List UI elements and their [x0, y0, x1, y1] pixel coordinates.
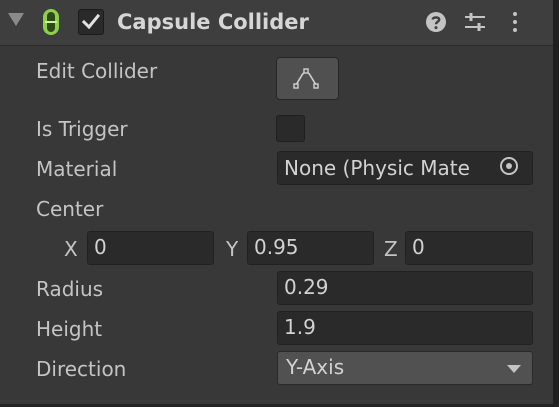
is-trigger-label: Is Trigger: [36, 117, 128, 141]
radius-field[interactable]: 0.29: [277, 271, 533, 305]
material-value: None (Physic Mate: [284, 156, 470, 180]
edit-collider-button[interactable]: [276, 57, 339, 100]
radius-label[interactable]: Radius: [36, 275, 103, 303]
object-picker-icon[interactable]: [497, 154, 521, 178]
center-z-value: 0: [412, 235, 425, 259]
chevron-down-icon: [507, 365, 521, 373]
capsule-collider-icon: [41, 8, 61, 36]
material-label: Material: [36, 157, 118, 181]
component-title: Capsule Collider: [117, 10, 309, 34]
direction-label: Direction: [36, 357, 127, 381]
center-z-label[interactable]: Z: [384, 235, 398, 263]
direction-value: Y-Axis: [286, 355, 345, 379]
center-x-field[interactable]: 0: [87, 231, 214, 265]
component-enabled-checkbox[interactable]: [78, 9, 104, 35]
material-field[interactable]: None (Physic Mate: [277, 151, 533, 185]
kebab-menu-icon[interactable]: [507, 11, 523, 37]
center-x-label[interactable]: X: [64, 235, 78, 263]
is-trigger-checkbox[interactable]: [276, 115, 305, 142]
help-icon[interactable]: [425, 11, 447, 37]
height-label[interactable]: Height: [36, 315, 102, 343]
center-y-label[interactable]: Y: [226, 235, 238, 263]
radius-value: 0.29: [284, 275, 329, 299]
direction-dropdown[interactable]: Y-Axis: [277, 351, 533, 385]
center-z-field[interactable]: 0: [405, 231, 533, 265]
edit-collider-icon: [293, 68, 319, 89]
foldout-arrow-icon[interactable]: [8, 13, 24, 26]
edit-collider-label: Edit Collider: [36, 59, 158, 83]
height-field[interactable]: 1.9: [277, 311, 533, 345]
center-label: Center: [36, 197, 104, 221]
checkmark-icon: [82, 13, 100, 30]
center-y-value: 0.95: [254, 235, 299, 259]
center-y-field[interactable]: 0.95: [247, 231, 374, 265]
height-value: 1.9: [284, 315, 316, 339]
preset-icon[interactable]: [464, 11, 486, 37]
panel-right-border: [553, 0, 559, 407]
capsule-collider-inspector: Capsule Collider Edit Collider Is Trigge…: [0, 0, 559, 407]
center-x-value: 0: [94, 235, 107, 259]
